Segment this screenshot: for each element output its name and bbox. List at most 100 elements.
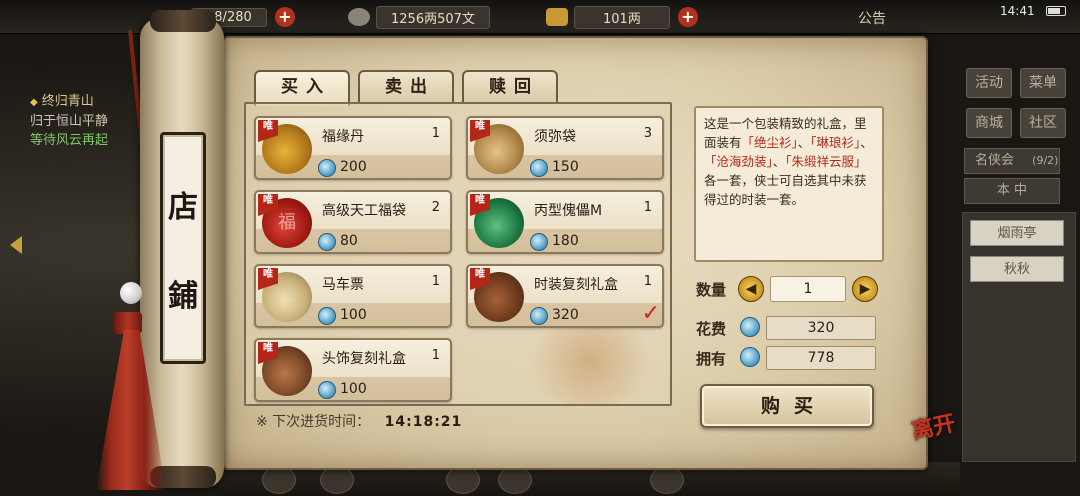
cost-value: 320	[766, 316, 876, 340]
item-count: 2	[431, 200, 440, 215]
scroll-cap-top	[150, 10, 216, 32]
silver-icon	[348, 8, 370, 26]
fame-sub-tab[interactable]: 本 中	[964, 178, 1060, 204]
yanyu-pavilion-item[interactable]: 烟雨亭	[970, 220, 1064, 246]
system-clock: 14:41	[1000, 4, 1035, 18]
restock-time: 14:18:21	[384, 414, 463, 430]
gold-amount: 101两	[574, 5, 670, 29]
fame-tab[interactable]: 名侠会 (9/2)	[964, 148, 1060, 174]
menu-button[interactable]: 菜单	[1020, 68, 1066, 98]
desc-costume-4: 「朱缎祥云服」	[785, 154, 867, 169]
shop-title-plaque: 店 鋪	[160, 132, 206, 364]
shop-title-char-2: 鋪	[168, 278, 198, 314]
tab-redeem[interactable]: 赎回	[462, 70, 558, 104]
item-count: 1	[431, 126, 440, 141]
desc-costume-3: 「沧海劲装」	[704, 154, 773, 169]
announcement-button[interactable]: 公告	[858, 8, 886, 28]
item-count: 1	[643, 274, 652, 289]
restock-label: ※ 下次进货时间：	[256, 414, 371, 430]
quest-title: 终归青山	[30, 92, 140, 112]
shop-item-card-selected[interactable]: 唯 时装复刻礼盒 1 320 ✓	[466, 264, 664, 328]
battery-icon	[1046, 6, 1066, 16]
qiuqiu-item[interactable]: 秋秋	[970, 256, 1064, 282]
coin-icon	[318, 159, 336, 177]
desc-costume-1: 「绝尘衫」	[741, 135, 798, 150]
coin-icon	[740, 347, 760, 367]
quantity-increase-icon[interactable]: ▶	[852, 276, 878, 302]
item-name: 须弥袋	[534, 129, 576, 145]
desc-text-2: 各一套，侠士可自选其中未获得过的时装一套。	[704, 173, 867, 207]
item-name: 头饰复刻礼盒	[322, 351, 406, 367]
cost-label: 花费	[696, 320, 727, 338]
fu-glyph-icon: 福	[278, 212, 296, 233]
bottom-nav-icon-2[interactable]	[320, 466, 354, 494]
coin-icon	[530, 159, 548, 177]
inventory-plus-button[interactable]: +	[274, 7, 295, 27]
money-resource: 1256两507文	[348, 5, 490, 29]
shop-item-card[interactable]: 唯 头饰复刻礼盒 1 100	[254, 338, 452, 402]
tab-sell[interactable]: 卖出	[358, 70, 454, 104]
quantity-decrease-icon[interactable]: ◀	[738, 276, 764, 302]
quest-tracker[interactable]: 终归青山 归于恒山平静 等待风云再起	[30, 92, 140, 150]
shop-item-card[interactable]: 唯 须弥袋 3 150	[466, 116, 664, 180]
bottom-nav-icon-3[interactable]	[446, 466, 480, 494]
item-price: 100	[340, 381, 367, 397]
item-price: 150	[552, 159, 579, 175]
item-price: 100	[340, 307, 367, 323]
item-count: 1	[431, 348, 440, 363]
leave-button[interactable]: 离开	[909, 410, 965, 467]
coin-icon	[530, 307, 548, 325]
item-price: 320	[552, 307, 579, 323]
quest-line-1: 归于恒山平静	[30, 114, 109, 129]
item-count: 3	[643, 126, 652, 141]
gold-resource: 101两 +	[546, 5, 698, 29]
item-name: 丙型傀儡M	[534, 203, 603, 219]
shop-item-card[interactable]: 唯 福缘丹 1 200	[254, 116, 452, 180]
gold-plus-button[interactable]: +	[677, 7, 698, 27]
item-price: 200	[340, 159, 367, 175]
mall-button[interactable]: 商城	[966, 108, 1012, 138]
shop-item-card[interactable]: 唯 丙型傀儡M 1 180	[466, 190, 664, 254]
jade-bead-icon	[120, 282, 142, 304]
community-button[interactable]: 社区	[1020, 108, 1066, 138]
item-price: 180	[552, 233, 579, 249]
right-side-panel	[962, 212, 1076, 462]
item-name: 时装复刻礼盒	[534, 277, 618, 293]
tab-buy[interactable]: 买入	[254, 70, 350, 106]
shop-item-card[interactable]: 唯 马车票 1 100	[254, 264, 452, 328]
item-price: 80	[340, 233, 358, 249]
background-bag-watermark	[520, 316, 660, 406]
quest-line-2: 等待风云再起	[30, 133, 109, 148]
bottom-nav-icon-1[interactable]	[262, 466, 296, 494]
shop-item-card[interactable]: 福 唯 高级天工福袋 2 80	[254, 190, 452, 254]
desc-sep-3: 、	[772, 154, 786, 169]
item-description: 这是一个包装精致的礼盒，里面装有「绝尘衫」、「琳琅衫」、「沧海劲装」、「朱缎祥云…	[694, 106, 884, 262]
item-count: 1	[431, 274, 440, 289]
item-count: 1	[643, 200, 652, 215]
coin-icon	[740, 317, 760, 337]
coin-icon	[318, 381, 336, 399]
item-name: 马车票	[322, 277, 364, 293]
fame-count: (9/2)	[1032, 154, 1059, 167]
bottom-nav-icon-4[interactable]	[498, 466, 532, 494]
buy-button[interactable]: 购买	[700, 384, 874, 428]
money-amount: 1256两507文	[376, 5, 490, 29]
coin-icon	[318, 307, 336, 325]
desc-sep-1: 、	[797, 135, 811, 150]
restock-timer: ※ 下次进货时间： 14:18:21	[256, 411, 462, 431]
selected-check-icon: ✓	[641, 301, 660, 326]
activity-button[interactable]: 活动	[966, 68, 1012, 98]
owned-label: 拥有	[696, 350, 727, 368]
item-name: 高级天工福袋	[322, 203, 406, 219]
shop-tabs: 买入 卖出 赎回	[254, 70, 558, 106]
fame-label: 名侠会	[975, 153, 1015, 168]
quantity-input[interactable]: 1	[770, 276, 846, 302]
item-name: 福缘丹	[322, 129, 364, 145]
owned-value: 778	[766, 346, 876, 370]
coin-icon	[530, 233, 548, 251]
desc-sep-2: 、	[860, 135, 873, 150]
desc-costume-2: 「琳琅衫」	[810, 135, 861, 150]
collapse-left-arrow-icon[interactable]	[10, 236, 22, 254]
bottom-nav-icon-5[interactable]	[650, 466, 684, 494]
shop-title-char-1: 店	[168, 189, 198, 225]
